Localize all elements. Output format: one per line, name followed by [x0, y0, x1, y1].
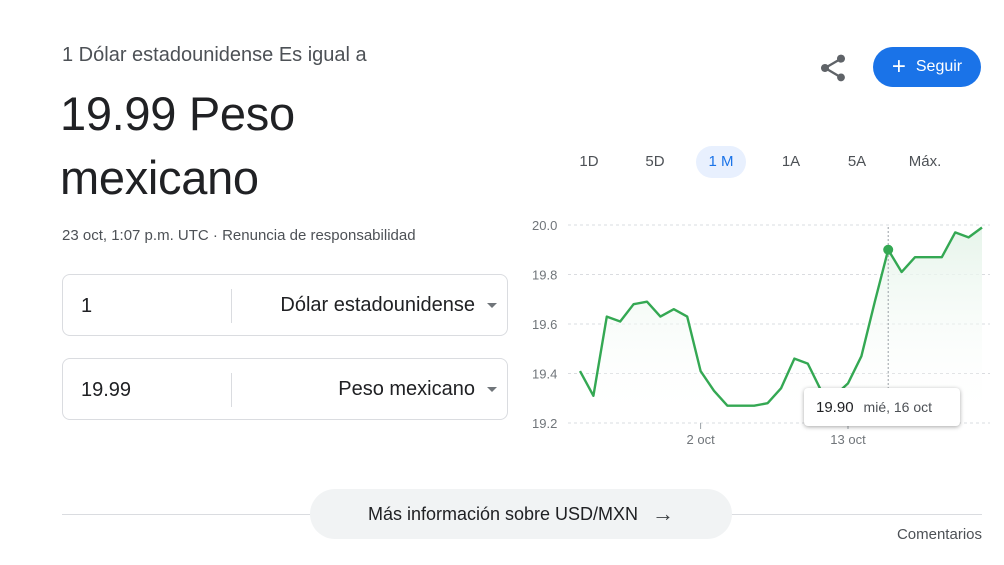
arrow-right-icon: → [652, 501, 675, 526]
y-tick-label: 19.4 [532, 367, 557, 382]
timestamp: 23 oct, 1:07 p.m. UTC [62, 227, 209, 244]
from-currency-label: Dólar estadounidense [280, 293, 475, 316]
x-tick-label: 13 oct [830, 432, 866, 447]
separator: · [212, 227, 218, 244]
y-tick-label: 20.0 [532, 218, 557, 233]
feedback-link[interactable]: Comentarios [897, 526, 982, 543]
divider [231, 373, 232, 407]
divider [231, 289, 232, 323]
follow-label: Seguir [915, 58, 963, 75]
to-currency-label: Peso mexicano [338, 377, 475, 400]
conversion-value: 19.99 Peso mexicano [60, 87, 295, 204]
range-tab-6[interactable]: Máx. [896, 146, 954, 178]
disclaimer-link[interactable]: Renuncia de responsabilidad [222, 227, 415, 244]
y-tick-label: 19.6 [532, 317, 557, 332]
from-amount-input[interactable] [63, 275, 243, 337]
to-converter: Peso mexicano [62, 358, 508, 421]
to-amount-input[interactable] [63, 359, 243, 421]
range-tab-2[interactable]: 5D [632, 146, 678, 178]
range-tab-5[interactable]: 5A [834, 146, 880, 178]
more-info-button[interactable]: Más información sobre USD/MXN → [310, 489, 732, 539]
chart-tooltip: 19.90 mié, 16 oct [804, 388, 960, 426]
range-tabs: 1D 5D 1 M 1A 5A Máx. [560, 146, 980, 178]
hover-point [883, 244, 894, 255]
plus-icon: + [891, 53, 906, 80]
to-currency-select[interactable]: Peso mexicano [338, 359, 497, 419]
timestamp-line: 23 oct, 1:07 p.m. UTC · Renuncia de resp… [62, 227, 416, 244]
tooltip-date: mié, 16 oct [863, 399, 933, 415]
conversion-subtitle: 1 Dólar estadounidense Es igual a [62, 44, 367, 66]
range-tab-4[interactable]: 1A [768, 146, 814, 178]
y-tick-label: 19.2 [532, 416, 557, 431]
more-info-label: Más información sobre USD/MXN [367, 503, 639, 524]
from-converter: Dólar estadounidense [62, 274, 508, 337]
tooltip-value: 19.90 [816, 398, 854, 416]
x-tick-label: 2 oct [687, 432, 716, 447]
range-tab-3[interactable]: 1 M [696, 146, 746, 178]
chevron-down-icon [487, 302, 497, 308]
share-icon[interactable] [817, 52, 849, 84]
y-tick-label: 19.8 [532, 268, 557, 283]
exchange-rate-chart[interactable]: 20.0 19.8 19.6 19.4 19.2 2 oct 13 oct [520, 200, 990, 470]
range-tab-1[interactable]: 1D [566, 146, 612, 178]
from-currency-select[interactable]: Dólar estadounidense [280, 275, 497, 335]
chevron-down-icon [487, 386, 497, 392]
follow-button[interactable]: + Seguir [873, 47, 981, 87]
